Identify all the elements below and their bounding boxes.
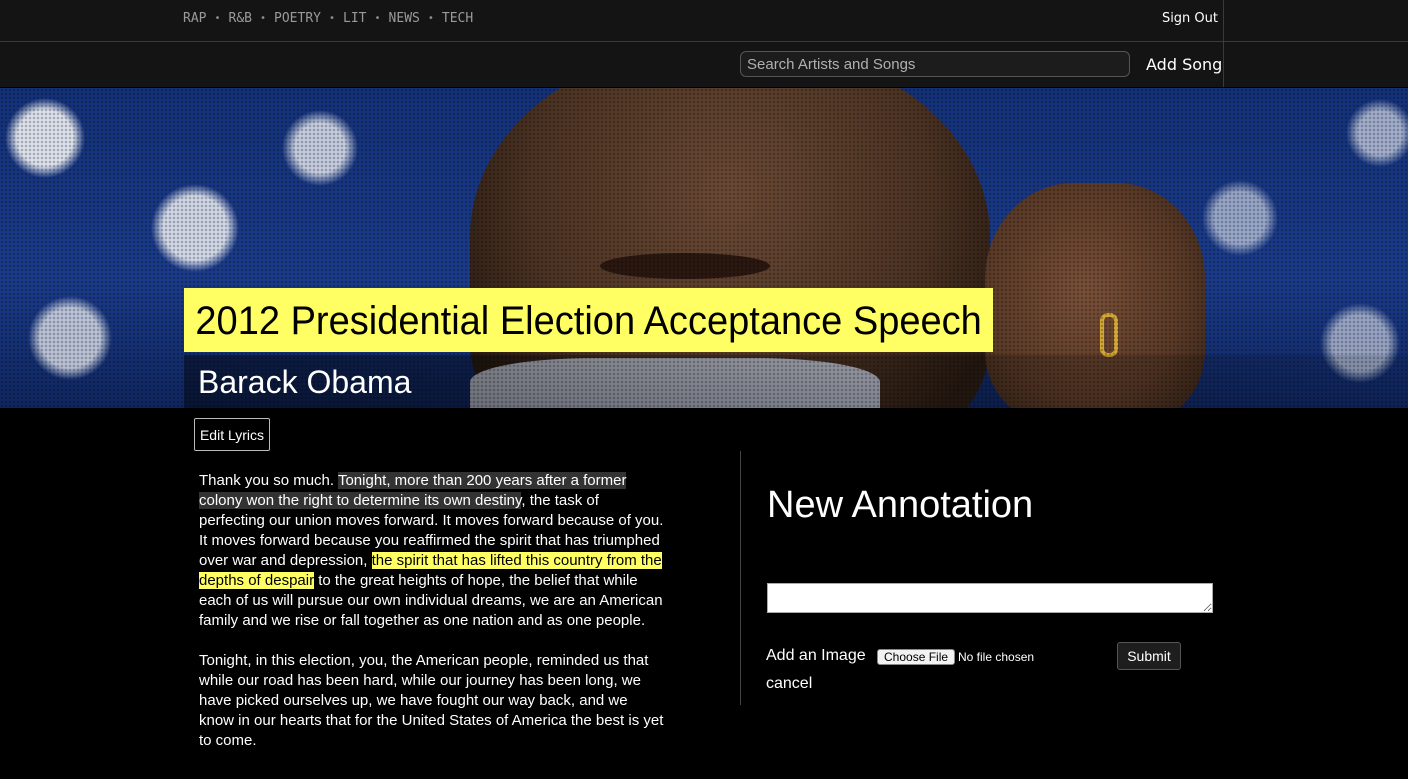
genre-link-rap[interactable]: RAP xyxy=(183,11,206,26)
genre-link-news[interactable]: NEWS xyxy=(389,11,420,26)
header-divider xyxy=(1223,0,1224,87)
cancel-link[interactable]: cancel xyxy=(766,675,812,693)
genre-link-tech[interactable]: TECH xyxy=(442,11,473,26)
add-song-link[interactable]: Add Song xyxy=(1146,55,1222,74)
add-image-label: Add an Image xyxy=(766,647,866,664)
nav-separator: • xyxy=(427,13,434,24)
submit-button[interactable]: Submit xyxy=(1117,642,1181,670)
genre-link-lit[interactable]: LIT xyxy=(343,11,366,26)
lyric-segment: Thank you so much. xyxy=(199,472,338,489)
nav-separator: • xyxy=(214,13,221,24)
nav-separator: • xyxy=(329,13,336,24)
lyrics-paragraph: Thank you so much. Tonight, more than 20… xyxy=(199,471,665,631)
search-input[interactable] xyxy=(740,51,1130,77)
choose-file-button[interactable]: Choose File xyxy=(877,649,956,665)
genre-link-poetry[interactable]: POETRY xyxy=(274,11,321,26)
artist-name: Barack Obama xyxy=(198,364,412,400)
top-nav: RAP • R&B • POETRY • LIT • NEWS • TECH S… xyxy=(0,0,1408,42)
genre-link-rnb[interactable]: R&B xyxy=(229,11,252,26)
nav-separator: • xyxy=(260,13,267,24)
file-status: No file chosen xyxy=(958,650,1035,664)
lyrics: Thank you so much. Tonight, more than 20… xyxy=(199,471,665,771)
lyrics-paragraph: Tonight, in this election, you, the Amer… xyxy=(199,652,664,749)
column-divider xyxy=(740,451,741,705)
annotation-title: New Annotation xyxy=(767,484,1034,526)
genre-nav: RAP • R&B • POETRY • LIT • NEWS • TECH xyxy=(183,11,473,26)
nav-separator: • xyxy=(374,13,381,24)
edit-lyrics-button[interactable]: Edit Lyrics xyxy=(194,418,270,451)
song-title: 2012 Presidential Election Acceptance Sp… xyxy=(184,288,994,352)
sign-out-link[interactable]: Sign Out xyxy=(1162,11,1218,26)
annotation-textarea[interactable] xyxy=(767,583,1213,613)
